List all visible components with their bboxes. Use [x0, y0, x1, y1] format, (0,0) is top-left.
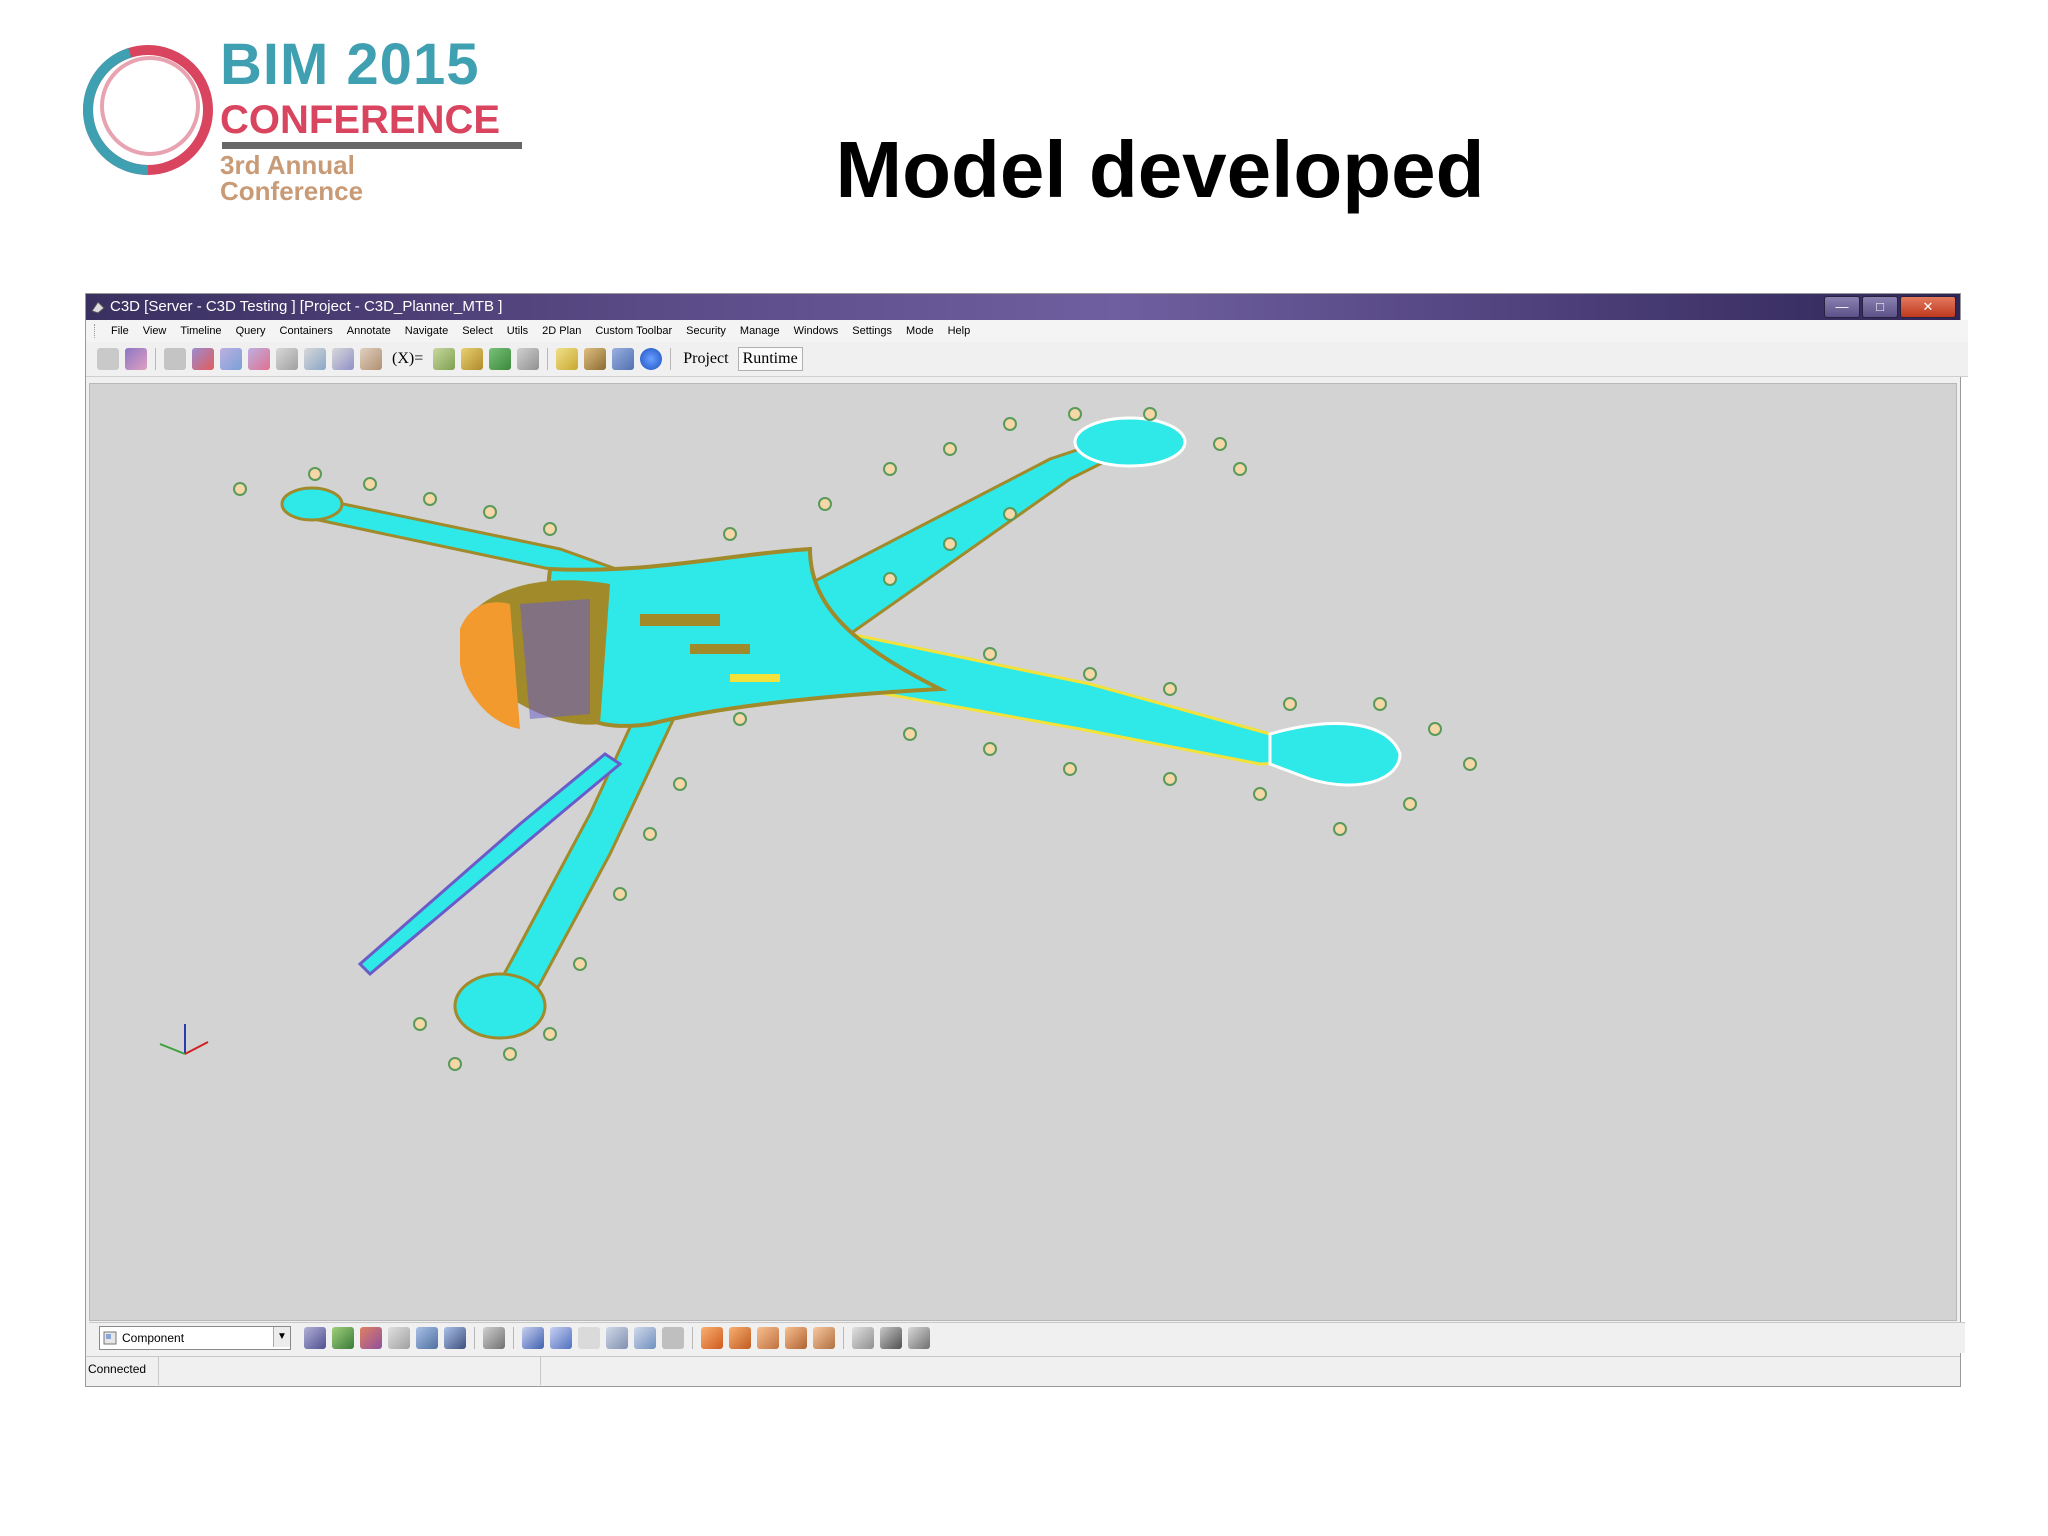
info-icon[interactable] [640, 348, 663, 370]
selection-mode-dropdown[interactable]: Component ▼ [99, 1326, 291, 1350]
print-icon[interactable] [517, 348, 540, 370]
window-titlebar[interactable]: C3D [Server - C3D Testing ] [Project - C… [86, 294, 1960, 320]
zoom-icon[interactable] [444, 1327, 466, 1349]
bim-conference-logo: BIM 2015 CONFERENCE 3rd Annual Conferenc… [72, 32, 522, 204]
menubar-grip [94, 324, 98, 338]
toolbar-separator [692, 1327, 693, 1349]
maximize-button[interactable]: □ [1862, 296, 1898, 318]
variable-icon[interactable] [433, 348, 456, 370]
view-left-icon[interactable] [757, 1327, 779, 1349]
link-icon[interactable] [276, 348, 298, 370]
close-button[interactable]: ✕ [1900, 296, 1956, 318]
menu-containers[interactable]: Containers [273, 325, 340, 337]
selection-mode-value: Component [122, 1331, 185, 1345]
select-region-icon[interactable] [550, 1327, 572, 1349]
select-all-icon[interactable] [634, 1327, 656, 1349]
view-back-icon[interactable] [813, 1327, 835, 1349]
menu-settings[interactable]: Settings [845, 325, 899, 337]
runtime-mode-button[interactable]: Runtime [737, 347, 803, 371]
menu-2d-plan[interactable]: 2D Plan [535, 325, 588, 337]
notes-icon[interactable] [556, 348, 579, 370]
view-front-icon[interactable] [701, 1327, 723, 1349]
minimize-button[interactable]: — [1824, 296, 1860, 318]
view-right-icon[interactable] [785, 1327, 807, 1349]
pointer-icon[interactable] [522, 1327, 544, 1349]
toolbar-separator [670, 348, 672, 370]
app-logo-icon [91, 301, 105, 314]
c3d-application-window: C3D [Server - C3D Testing ] [Project - C… [85, 293, 1968, 1387]
toolbar-separator [155, 348, 156, 370]
menu-mode[interactable]: Mode [899, 325, 941, 337]
menu-select[interactable]: Select [455, 325, 500, 337]
menu-view[interactable]: View [136, 325, 174, 337]
server-remove-icon[interactable] [248, 348, 270, 370]
project-mode-button[interactable]: Project [678, 347, 733, 371]
terminal-piers [280, 416, 1402, 1040]
menu-bar: File View Timeline Query Containers Anno… [86, 320, 1968, 342]
menu-file[interactable]: File [104, 325, 136, 337]
connection-status: Connected [86, 1357, 159, 1385]
3d-viewport[interactable] [89, 383, 1957, 1321]
view-top-icon[interactable] [729, 1327, 751, 1349]
camera-settings-icon[interactable] [908, 1327, 930, 1349]
select-disabled-icon[interactable] [578, 1327, 600, 1349]
bottom-toolbar: Component ▼ [89, 1322, 1965, 1353]
user-lock-icon[interactable] [612, 348, 635, 370]
slide-title: Model developed [835, 125, 1485, 214]
menu-annotate[interactable]: Annotate [340, 325, 398, 337]
fly-icon[interactable] [360, 1327, 382, 1349]
logo-ring-icon [83, 45, 213, 175]
window-controls: — □ ✕ [1824, 296, 1956, 318]
server-sync-icon[interactable] [220, 348, 242, 370]
select-zoom-icon[interactable] [606, 1327, 628, 1349]
toolbar-separator [513, 1327, 514, 1349]
chevron-down-icon[interactable]: ▼ [273, 1327, 290, 1347]
binoculars-icon[interactable] [880, 1327, 902, 1349]
window-title: C3D [Server - C3D Testing ] [Project - C… [110, 298, 503, 315]
menu-security[interactable]: Security [679, 325, 733, 337]
menu-manage[interactable]: Manage [733, 325, 787, 337]
package-icon[interactable] [461, 348, 484, 370]
status-bar: Connected [86, 1356, 1960, 1385]
calendar-icon[interactable] [360, 348, 382, 370]
paint-brush-icon[interactable] [584, 348, 607, 370]
open-folder-icon[interactable] [125, 348, 147, 370]
spreadsheet-export-icon[interactable] [489, 348, 512, 370]
menu-utils[interactable]: Utils [500, 325, 535, 337]
menu-navigate[interactable]: Navigate [398, 325, 455, 337]
zoom-window-icon[interactable] [416, 1327, 438, 1349]
main-toolbar: (X)= Project Runtime [86, 342, 1968, 377]
formula-button[interactable]: (X)= [387, 347, 428, 371]
logo-subtitle-text: 3rd Annual Conference [220, 150, 364, 206]
menu-help[interactable]: Help [941, 325, 978, 337]
toolbar-separator [843, 1327, 844, 1349]
menu-query[interactable]: Query [229, 325, 273, 337]
menu-timeline[interactable]: Timeline [173, 325, 228, 337]
rotate-icon[interactable] [852, 1327, 874, 1349]
menu-custom-toolbar[interactable]: Custom Toolbar [588, 325, 679, 337]
status-cell [158, 1357, 541, 1385]
airport-terminal-model[interactable] [90, 384, 1956, 1320]
select-box-icon[interactable] [304, 1327, 326, 1349]
lock-icon[interactable] [483, 1327, 505, 1349]
logo-conference-text: CONFERENCE [220, 98, 501, 142]
logo-divider [222, 142, 522, 149]
component-icon [103, 1331, 117, 1345]
link-edit-icon[interactable] [332, 348, 354, 370]
logo-year-text: BIM 2015 [220, 32, 480, 97]
new-document-icon[interactable] [97, 348, 119, 370]
toolbar-separator [474, 1327, 475, 1349]
link-refresh-icon[interactable] [304, 348, 326, 370]
save-icon[interactable] [164, 348, 186, 370]
stop-icon[interactable] [662, 1327, 684, 1349]
pan-icon[interactable] [388, 1327, 410, 1349]
toolbar-separator [547, 348, 549, 370]
menu-windows[interactable]: Windows [787, 325, 846, 337]
xyz-axis-icon [159, 1024, 209, 1055]
walk-icon[interactable] [332, 1327, 354, 1349]
delete-icon[interactable] [192, 348, 214, 370]
